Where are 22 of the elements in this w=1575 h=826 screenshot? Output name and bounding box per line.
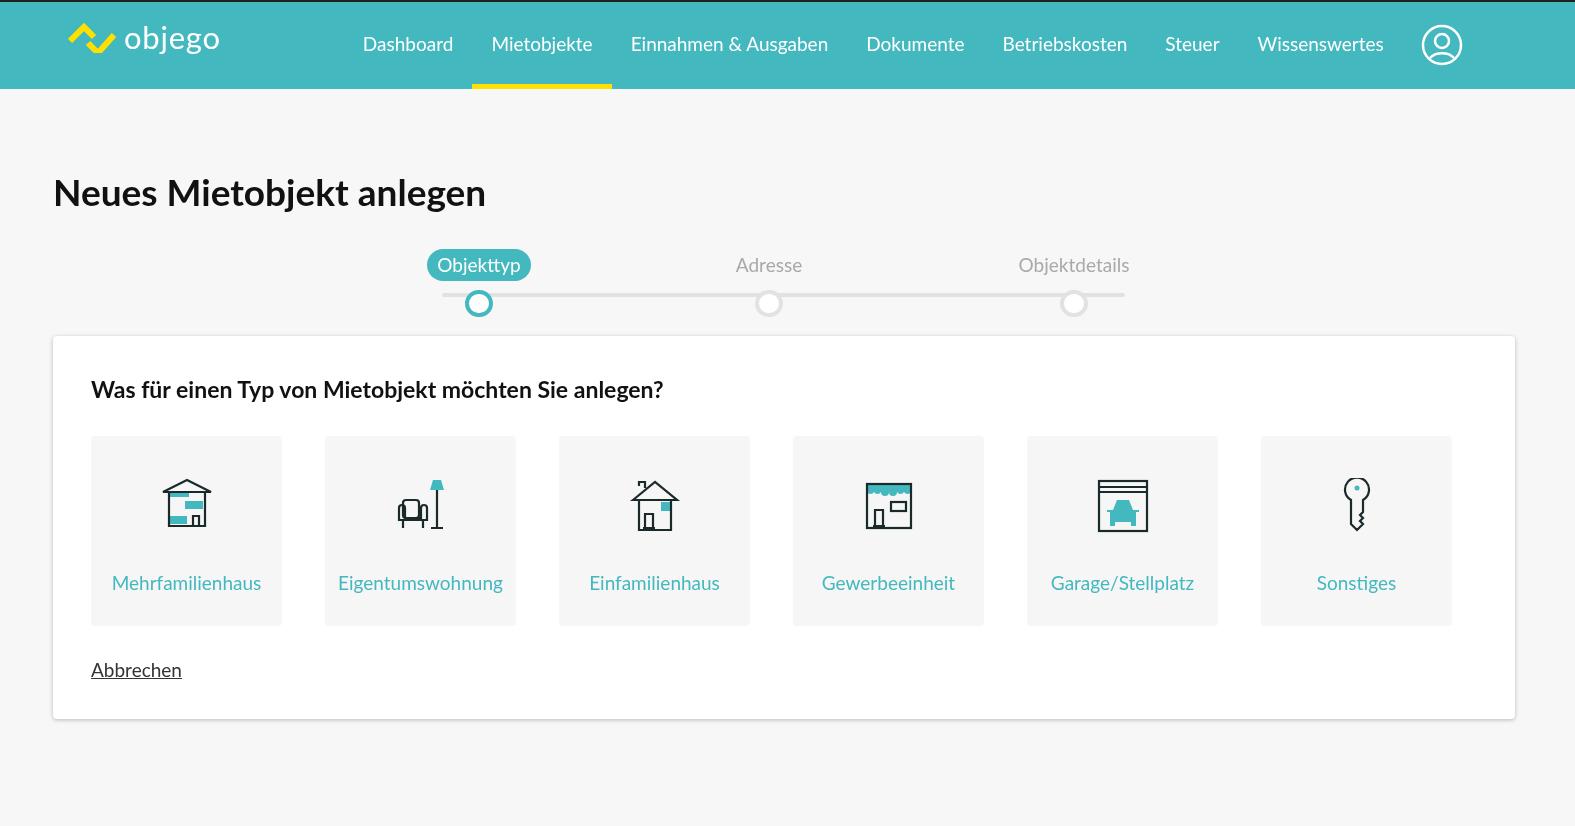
page-title: Neues Mietobjekt anlegen bbox=[53, 169, 488, 216]
nav-tab[interactable]: Einnahmen & Ausgaben bbox=[611, 2, 848, 89]
object-type-option[interactable]: Einfamilienhaus bbox=[559, 435, 750, 626]
step-label: Objektdetails bbox=[1017, 251, 1131, 278]
nav-tab[interactable]: Dashboard bbox=[343, 2, 473, 89]
step-label: Objekttyp bbox=[427, 249, 531, 281]
object-type-option[interactable]: Gewerbeeinheit bbox=[793, 435, 984, 626]
user-account-icon[interactable] bbox=[1420, 23, 1463, 66]
nav-tab[interactable]: Steuer bbox=[1146, 2, 1239, 89]
nav-tab[interactable]: Dokumente bbox=[847, 2, 984, 89]
nav-tab[interactable]: Wissenswertes bbox=[1238, 2, 1403, 89]
object-type-option[interactable]: Garage/Stellplatz bbox=[1027, 435, 1218, 626]
object-type-option[interactable]: Eigentumswohnung bbox=[325, 435, 516, 626]
cancel-link[interactable]: Abbrechen bbox=[91, 655, 182, 685]
card-question: Was für einen Typ von Mietobjekt möchten Sie anlegen? bbox=[91, 374, 665, 406]
step-label: Adresse bbox=[734, 251, 804, 278]
object-type-option[interactable]: Sonstiges bbox=[1261, 435, 1452, 626]
logo-wordmark: objego bbox=[124, 22, 221, 53]
logo-icon bbox=[68, 22, 116, 53]
nav-tab[interactable]: Betriebskosten bbox=[983, 2, 1147, 89]
object-type-option[interactable]: Mehrfamilienhaus bbox=[91, 435, 282, 626]
nav-tab[interactable]: Mietobjekte bbox=[472, 2, 612, 89]
